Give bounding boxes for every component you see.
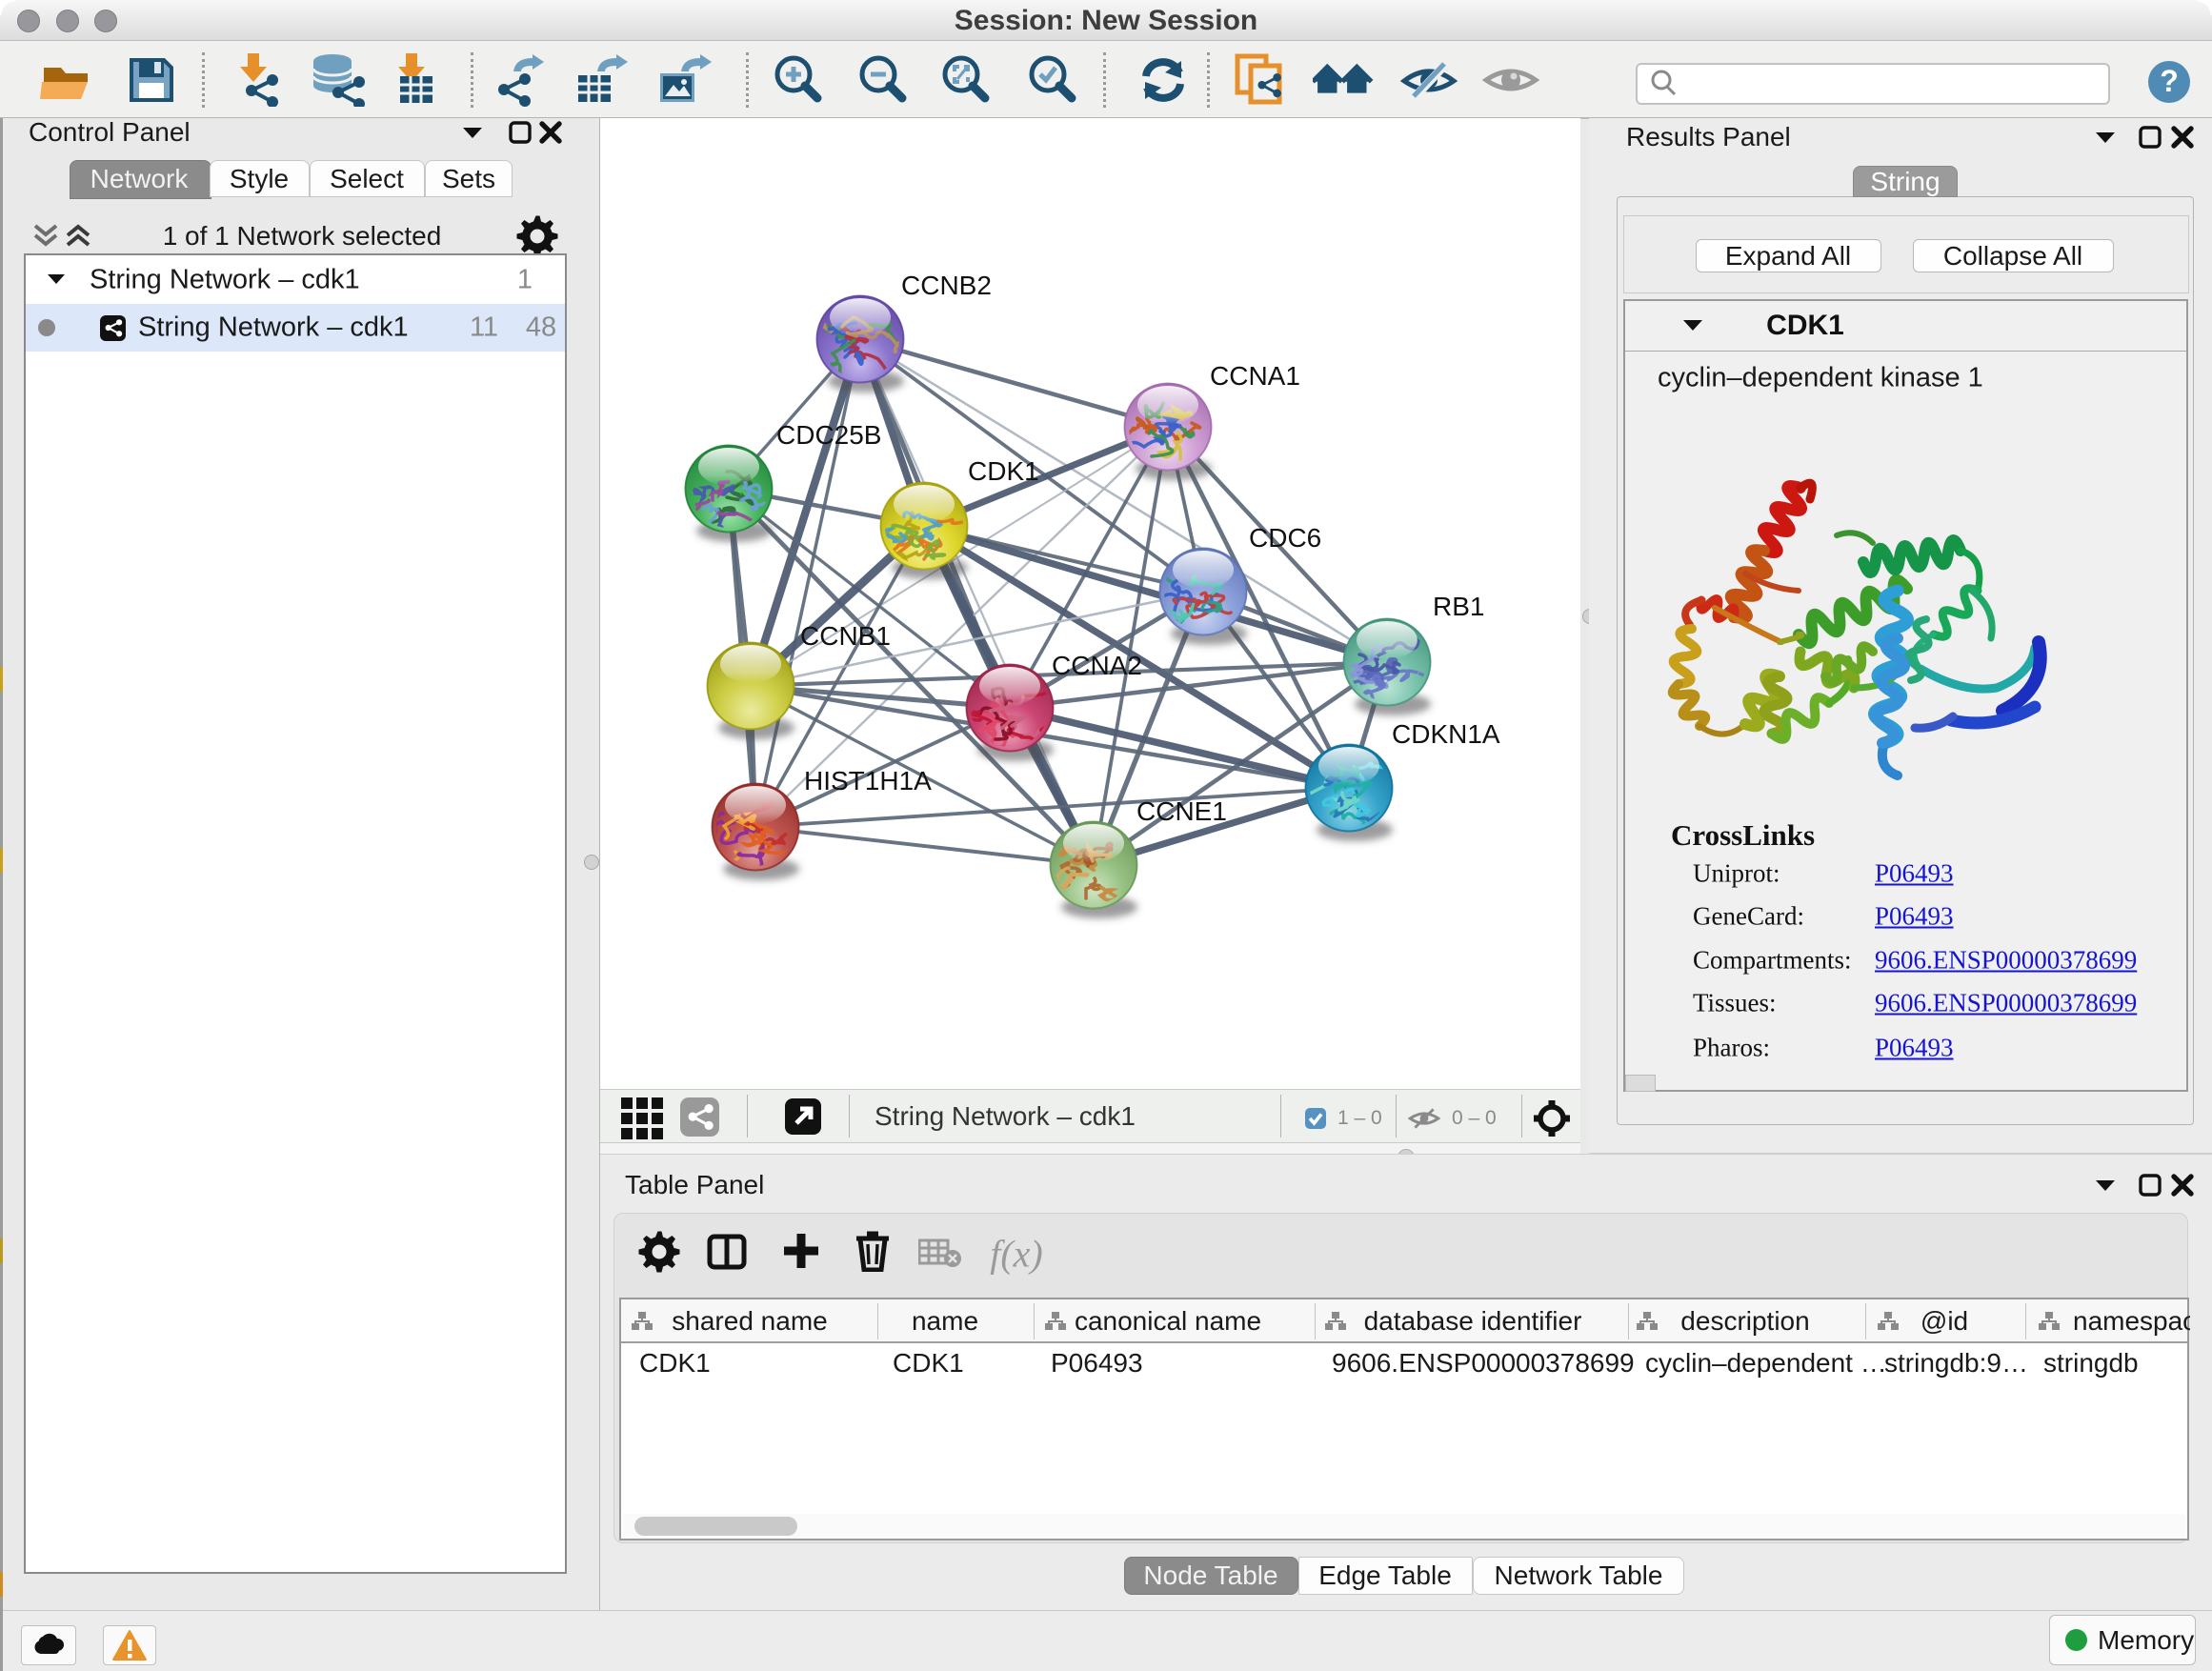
svg-text:?: ?	[2160, 64, 2179, 98]
svg-text:RB1: RB1	[1433, 592, 1484, 621]
svg-text:CCNB2: CCNB2	[901, 271, 992, 300]
svg-text:CCNB1: CCNB1	[800, 621, 891, 651]
svg-text:CCNA1: CCNA1	[1210, 361, 1300, 391]
svg-text:CDK1: CDK1	[968, 456, 1039, 486]
svg-text:CDC6: CDC6	[1249, 523, 1321, 553]
svg-text:HIST1H1A: HIST1H1A	[804, 766, 932, 795]
svg-text:CDC25B: CDC25B	[776, 420, 881, 450]
svg-text:CCNA2: CCNA2	[1052, 651, 1142, 680]
svg-text:CDKN1A: CDKN1A	[1392, 719, 1500, 749]
svg-text:CCNE1: CCNE1	[1136, 796, 1227, 826]
